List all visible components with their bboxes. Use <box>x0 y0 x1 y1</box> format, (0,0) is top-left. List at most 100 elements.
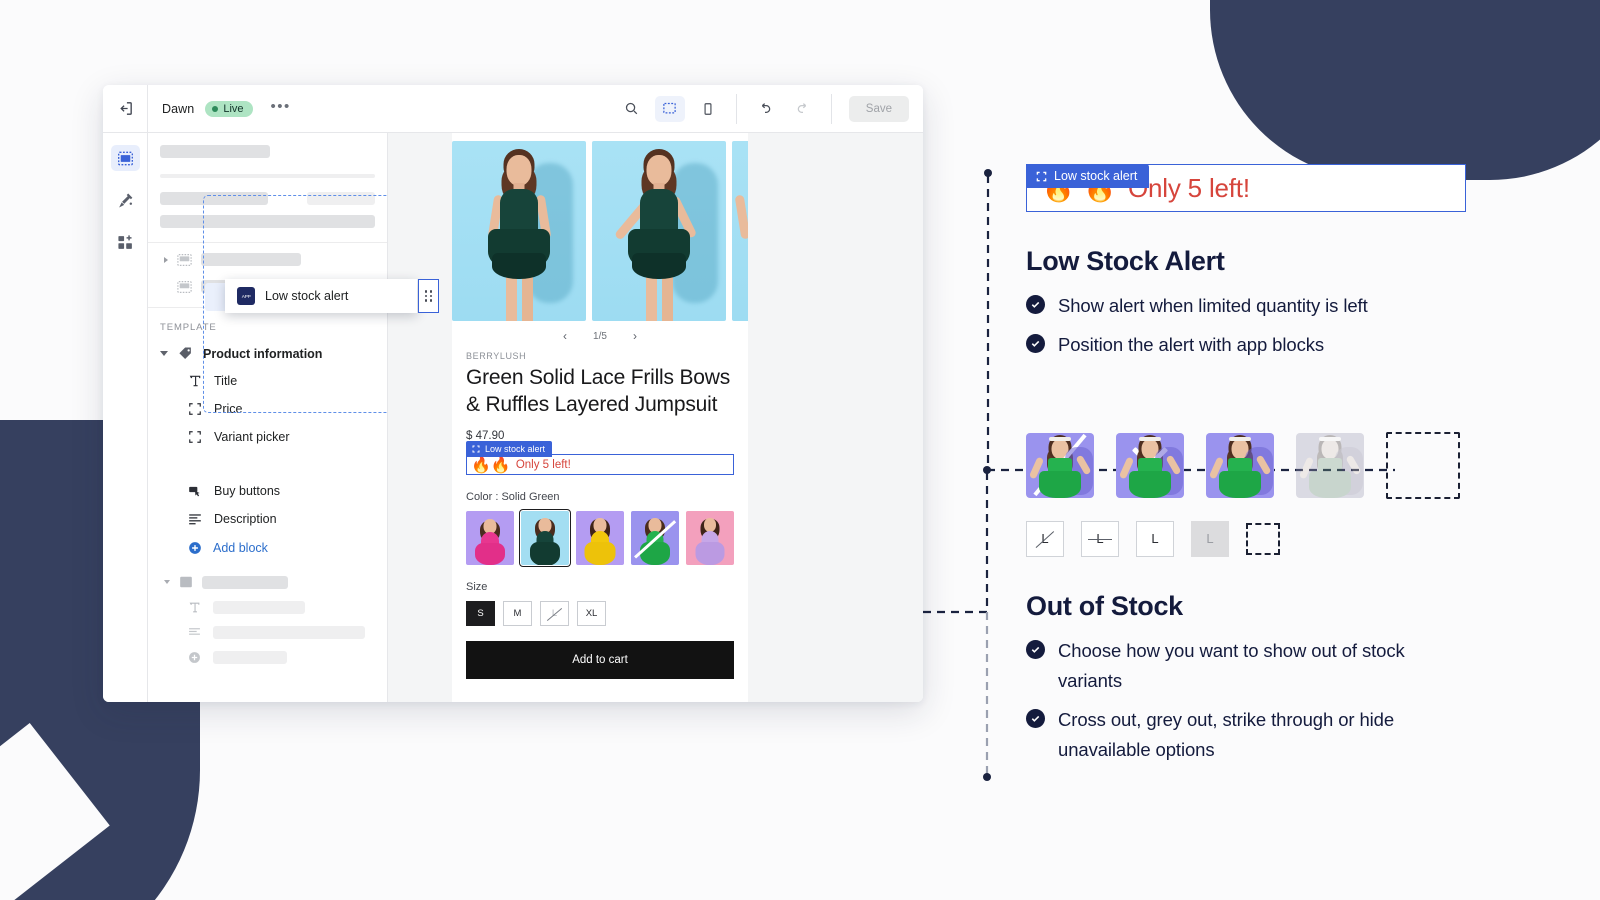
add-to-cart-button[interactable]: Add to cart <box>466 641 734 679</box>
apps-icon <box>117 234 134 251</box>
feature-info-panel: Low stock alert 🔥 🔥 Only 5 left! Low Sto… <box>1026 138 1466 765</box>
dragging-block-label: Low stock alert <box>265 289 348 303</box>
size-button-m[interactable]: M <box>503 601 532 626</box>
size-button-s[interactable]: S <box>466 601 495 626</box>
drag-handle[interactable] <box>418 279 439 313</box>
save-button[interactable]: Save <box>849 96 909 122</box>
redo-button[interactable] <box>788 96 818 122</box>
search-button[interactable] <box>617 96 647 122</box>
desktop-preview-button[interactable] <box>655 96 685 122</box>
add-block-button[interactable]: Add block <box>148 533 387 555</box>
section-low-stock-alert: Low Stock Alert Show alert when limited … <box>1026 246 1466 360</box>
variant-thumb-strike-through[interactable] <box>1026 433 1094 498</box>
description-icon <box>179 575 193 589</box>
color-swatch-list <box>466 511 734 565</box>
product-image[interactable] <box>452 141 586 321</box>
gallery-page-indicator: 1/5 <box>593 331 607 342</box>
variant-thumb-hidden[interactable] <box>1386 432 1460 499</box>
skeleton-bar <box>213 651 287 664</box>
undo-icon <box>757 101 773 117</box>
product-image[interactable] <box>732 141 748 321</box>
buy-button-icon <box>188 484 202 498</box>
product-title: Green Solid Lace Frills Bows & Ruffles L… <box>466 365 734 418</box>
skeleton-group-top <box>148 145 387 228</box>
skeleton-bar <box>160 145 270 158</box>
list-item: Show alert when limited quantity is left <box>1026 291 1466 321</box>
sidebar-item-theme-settings[interactable] <box>111 187 140 213</box>
placeholder-block-icon <box>188 402 202 416</box>
add-block-label: Add block <box>213 541 268 555</box>
section-product-information[interactable]: Product information <box>148 340 387 367</box>
live-dot-icon <box>212 106 218 112</box>
gallery-next-button[interactable]: › <box>633 329 637 343</box>
skeleton-group-bottom <box>148 555 387 664</box>
product-page: ‹ 1/5 › BERRYLUSH Green Solid Lace Frill… <box>452 133 748 702</box>
section-heading: Low Stock Alert <box>1026 246 1466 277</box>
low-stock-alert-block[interactable]: Low stock alert 🔥🔥 Only 5 left! <box>466 454 734 475</box>
section-block-list: TEMPLATE Product information Title <box>148 133 388 702</box>
theme-editor-window: Dawn Live ••• <box>103 85 923 702</box>
plus-circle-icon <box>188 651 201 664</box>
color-swatch-green-unavailable[interactable] <box>631 511 679 565</box>
sidebar-item-apps[interactable] <box>111 229 140 255</box>
section-heading: Out of Stock <box>1026 591 1466 622</box>
block-label: Variant picker <box>214 430 290 444</box>
product-image[interactable] <box>592 141 726 321</box>
drag-dots-icon <box>425 290 432 302</box>
placeholder-block-icon <box>472 445 480 453</box>
color-swatch-pink[interactable] <box>466 511 514 565</box>
demo-out-of-stock: L L L L <box>1026 432 1466 557</box>
variant-thumb-normal[interactable] <box>1206 433 1274 498</box>
size-button-xl[interactable]: XL <box>577 601 606 626</box>
skeleton-bar <box>160 174 375 178</box>
more-menu-button[interactable]: ••• <box>271 99 291 118</box>
variant-thumb-cross-out[interactable] <box>1116 433 1184 498</box>
text-block-icon <box>188 374 202 388</box>
list-item: Cross out, grey out, strike through or h… <box>1026 705 1466 765</box>
skeleton-bar <box>160 192 268 205</box>
oos-size-hidden[interactable] <box>1246 523 1280 555</box>
block-item-variant-picker[interactable]: Variant picker <box>148 423 387 451</box>
sidebar-item-sections[interactable] <box>111 145 140 171</box>
oos-size-strike-through[interactable]: L <box>1026 521 1064 557</box>
color-swatch-yellow[interactable] <box>576 511 624 565</box>
block-label: Buy buttons <box>214 484 280 498</box>
skeleton-bar <box>202 576 288 589</box>
oos-size-normal[interactable]: L <box>1136 521 1174 557</box>
oos-size-grey-out[interactable]: L <box>1191 521 1229 557</box>
block-item-title[interactable]: Title <box>148 367 387 395</box>
editor-topbar: Dawn Live ••• <box>103 85 923 133</box>
editor-body: TEMPLATE Product information Title <box>103 133 923 702</box>
product-gallery <box>452 133 748 321</box>
description-icon <box>188 512 202 526</box>
dragging-block-low-stock-alert[interactable]: APP Low stock alert <box>225 279 417 313</box>
section-out-of-stock: Out of Stock Choose how you want to show… <box>1026 591 1466 765</box>
oos-size-line-through[interactable]: L <box>1081 521 1119 557</box>
exit-editor-button[interactable] <box>103 85 148 133</box>
status-badge: Live <box>205 101 252 117</box>
block-label-tag: Low stock alert <box>466 441 552 457</box>
undo-button[interactable] <box>750 96 780 122</box>
skeleton-bar <box>160 215 375 228</box>
size-button-l-unavailable[interactable]: L <box>540 601 569 626</box>
fire-emoji-icon: 🔥🔥 <box>471 455 511 475</box>
mobile-preview-button[interactable] <box>693 96 723 122</box>
check-circle-icon <box>1026 709 1045 728</box>
color-swatch-lilac[interactable] <box>686 511 734 565</box>
color-swatch-solid-green[interactable] <box>521 511 569 565</box>
tag-icon <box>178 346 193 361</box>
block-item-price[interactable]: Price <box>148 395 387 423</box>
bullet-list: Choose how you want to show out of stock… <box>1026 636 1466 765</box>
block-tag-label: Low stock alert <box>485 444 545 454</box>
skeleton-bar <box>213 626 365 639</box>
placeholder-block-icon <box>188 430 202 444</box>
variant-thumb-grey-out[interactable] <box>1296 433 1364 498</box>
block-item-buy-buttons[interactable]: Buy buttons <box>148 477 387 505</box>
block-item-description[interactable]: Description <box>148 505 387 533</box>
oos-size-buttons: L L L L <box>1026 521 1466 557</box>
theme-settings-icon <box>117 192 134 209</box>
list-item: Choose how you want to show out of stock… <box>1026 636 1466 696</box>
gallery-prev-button[interactable]: ‹ <box>563 329 567 343</box>
oos-size-label: L <box>1041 531 1048 546</box>
chevron-right-icon <box>164 257 168 263</box>
